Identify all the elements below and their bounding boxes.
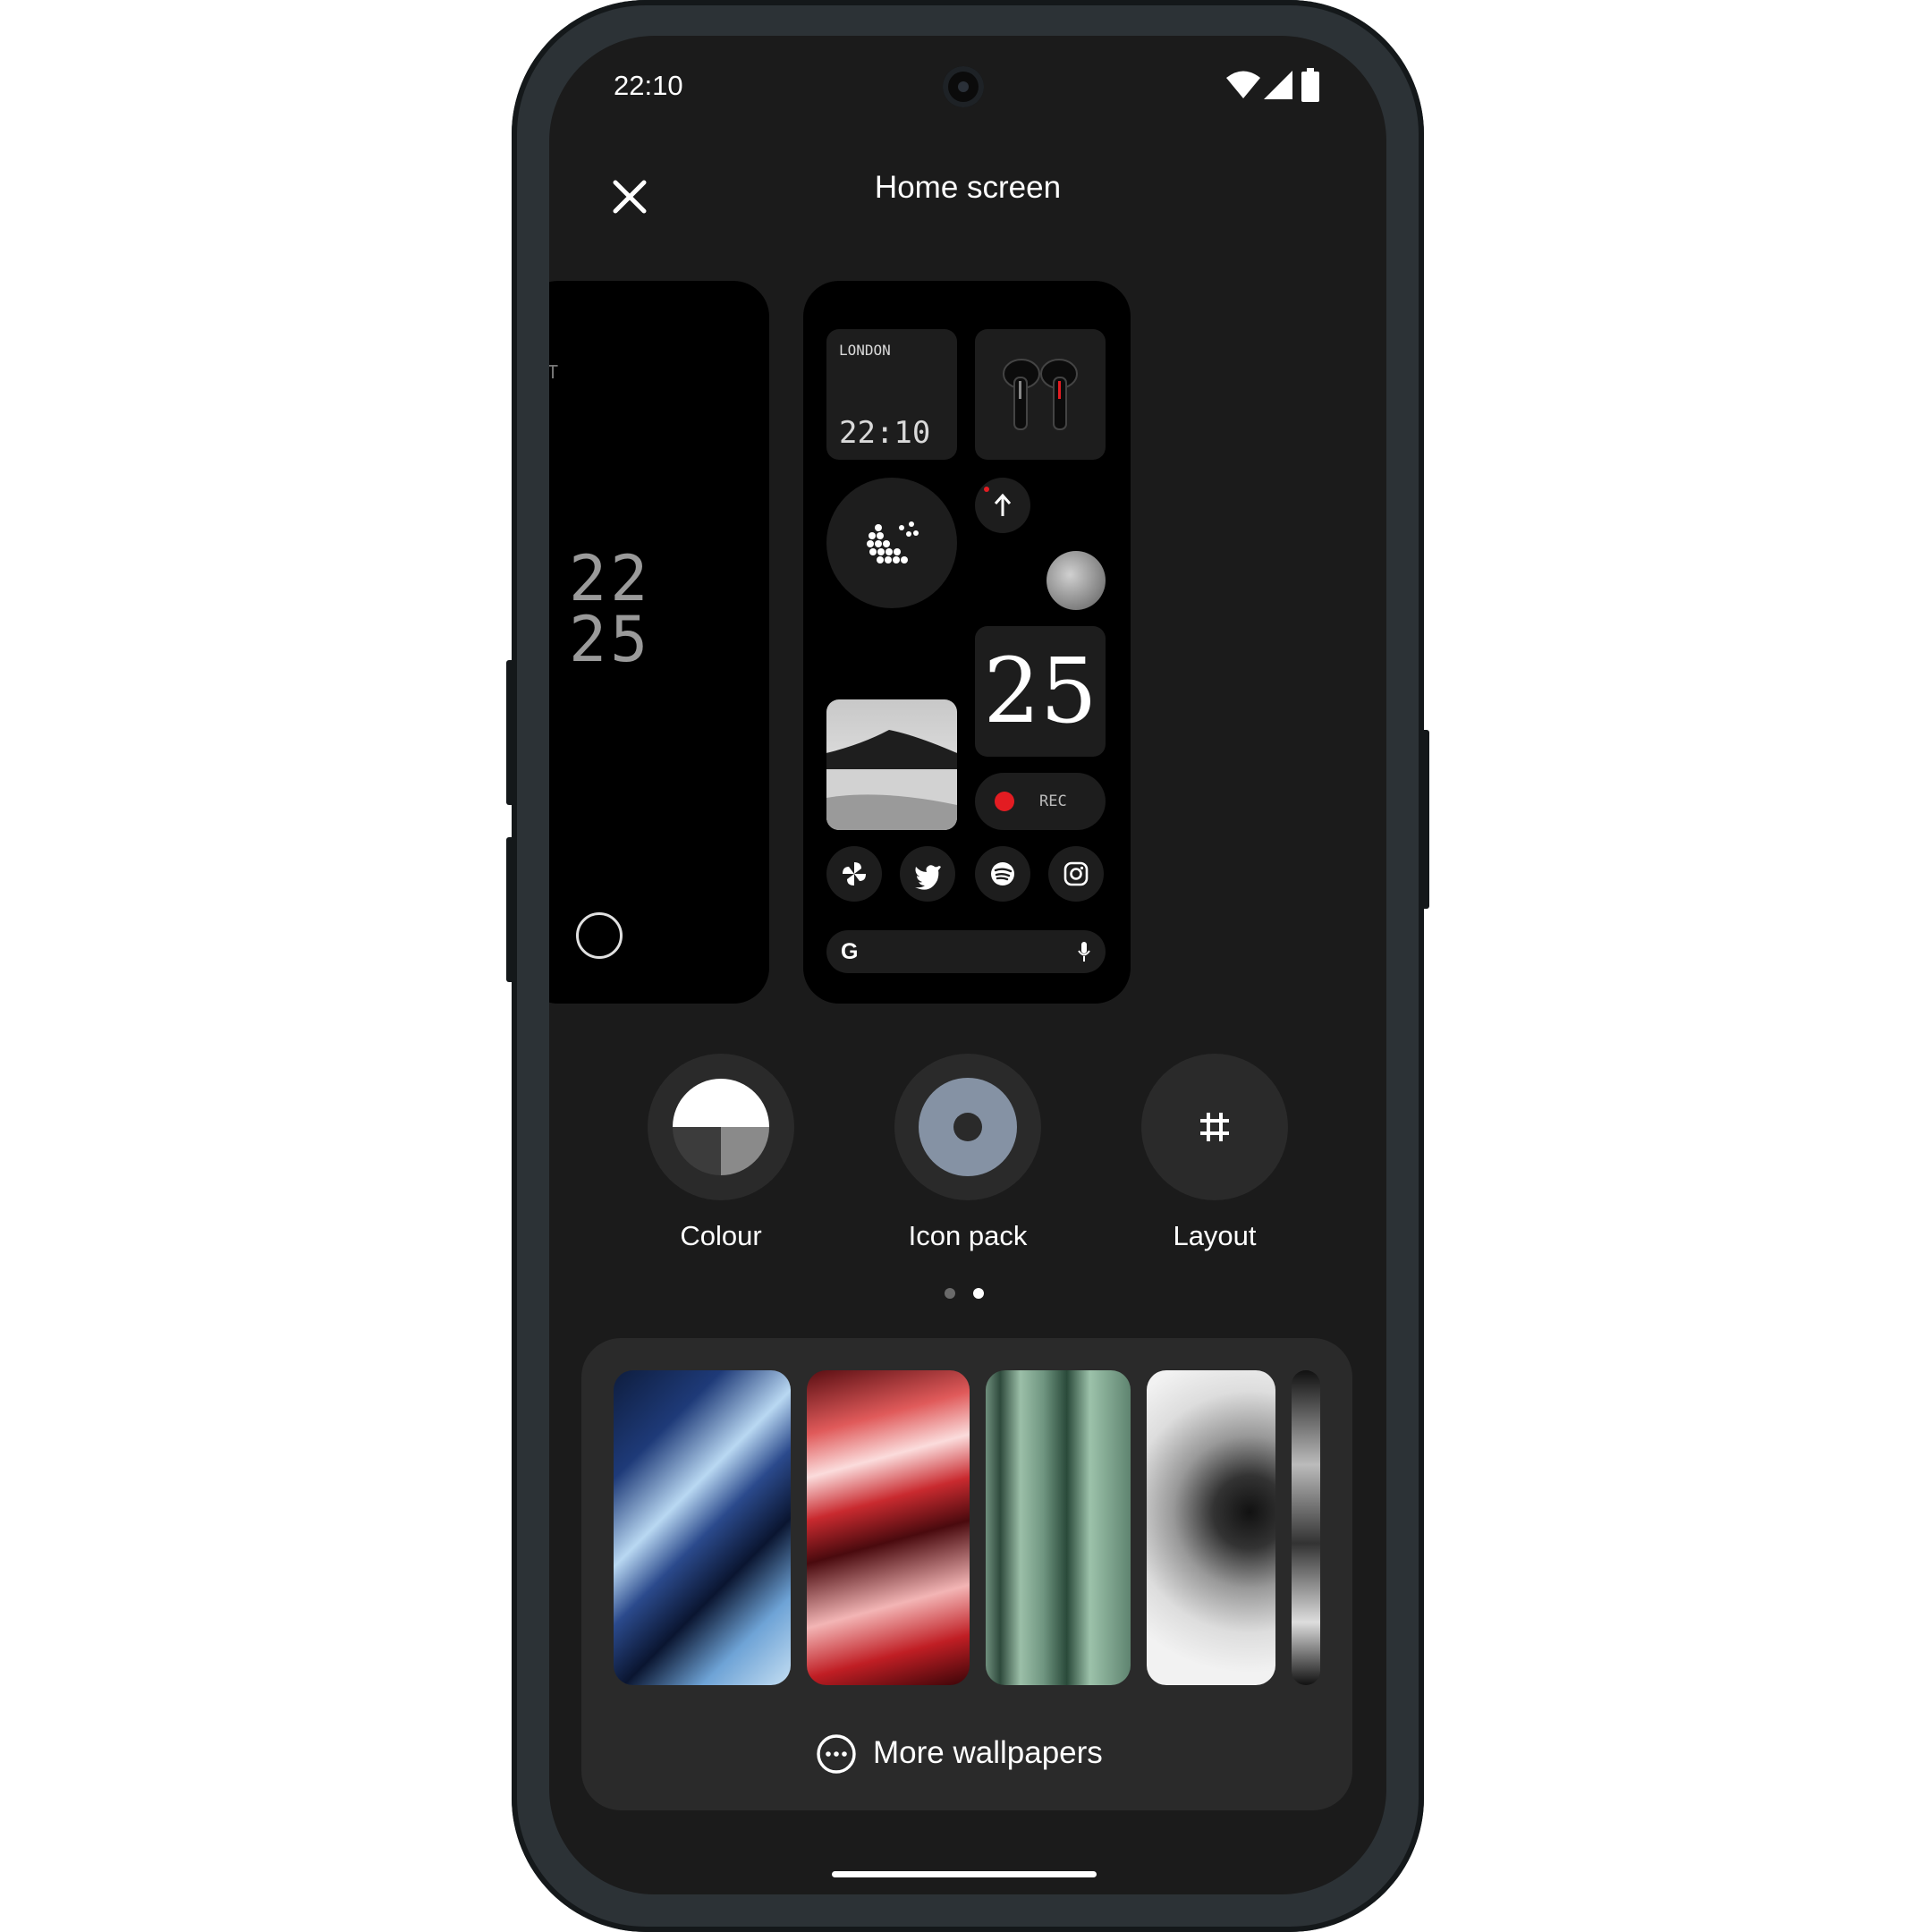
twitter-app-icon	[900, 846, 955, 902]
pager-dot-2[interactable]	[973, 1288, 984, 1299]
moon-icon	[867, 521, 919, 564]
colour-button[interactable]	[648, 1054, 794, 1200]
clock-widget: LONDON 22:10	[826, 329, 957, 460]
wallpaper-dark[interactable]	[1292, 1370, 1320, 1685]
layout-label: Layout	[1173, 1220, 1257, 1251]
wallpapers-panel: More wallpapers	[581, 1338, 1352, 1810]
clock-widget-time: 22:10	[839, 415, 931, 451]
recorder-widget: REC	[975, 773, 1106, 830]
photo-widget	[826, 699, 957, 830]
pinwheel-app-icon	[826, 846, 882, 902]
home-indicator[interactable]	[832, 1871, 1097, 1877]
signal-icon	[1264, 71, 1292, 99]
instagram-app-icon	[1048, 846, 1104, 902]
status-time: 22:10	[614, 70, 683, 101]
earbuds-icon	[1003, 359, 1078, 430]
shortcut-widget	[975, 478, 1030, 533]
spotify-app-icon	[975, 846, 1030, 902]
pinwheel-icon	[843, 862, 866, 886]
instagram-icon	[1063, 861, 1089, 886]
notification-dot	[984, 487, 989, 492]
contact-avatar	[1046, 551, 1106, 610]
left-card-button	[576, 912, 623, 959]
google-g-logo: G	[841, 939, 859, 964]
weather-widget	[826, 478, 957, 608]
colour-palette-icon	[673, 1079, 769, 1175]
clock-widget-city: LONDON	[839, 342, 891, 359]
wallpaper-blue[interactable]	[614, 1370, 791, 1685]
landscape-image	[826, 730, 957, 830]
left-card-fragment: T	[549, 361, 559, 383]
spotify-icon	[991, 862, 1014, 886]
icon-pack-button[interactable]	[894, 1054, 1041, 1200]
wifi-icon	[1226, 71, 1260, 98]
more-wallpapers-icon[interactable]	[816, 1733, 857, 1775]
preview-card-previous[interactable]: T 22 25	[549, 281, 769, 1004]
record-dot-icon	[995, 792, 1014, 811]
preview-card-current[interactable]: LONDON 22:10 25 REC G	[803, 281, 1131, 1004]
wallpaper-grey[interactable]	[1147, 1370, 1275, 1685]
twitter-bird-icon	[915, 865, 941, 890]
more-wallpapers-label[interactable]: More wallpapers	[873, 1735, 1103, 1771]
wallpaper-green[interactable]	[986, 1370, 1131, 1685]
layout-button[interactable]	[1141, 1054, 1288, 1200]
left-clock-minutes: 25	[569, 603, 652, 676]
search-widget: G	[826, 930, 1106, 973]
phone-screen: 22:10 Home screen T 22 25 LONDON 22:10 2…	[549, 36, 1386, 1894]
icon-pack-icon	[919, 1078, 1017, 1176]
pager-dot-1[interactable]	[945, 1288, 955, 1299]
microphone-icon	[1078, 942, 1090, 962]
icon-pack-label: Icon pack	[908, 1220, 1028, 1251]
arrow-up-icon	[994, 493, 1012, 516]
earbuds-widget	[975, 329, 1106, 460]
battery-icon	[1301, 68, 1319, 102]
recorder-label: REC	[1039, 792, 1067, 810]
grid-hash-icon	[1200, 1113, 1229, 1141]
colour-label: Colour	[680, 1220, 762, 1251]
wallpaper-red[interactable]	[807, 1370, 970, 1685]
date-widget-day: 25	[983, 639, 1097, 743]
date-widget: 25	[975, 626, 1106, 757]
page-title: Home screen	[874, 170, 1062, 205]
front-camera	[943, 66, 984, 107]
